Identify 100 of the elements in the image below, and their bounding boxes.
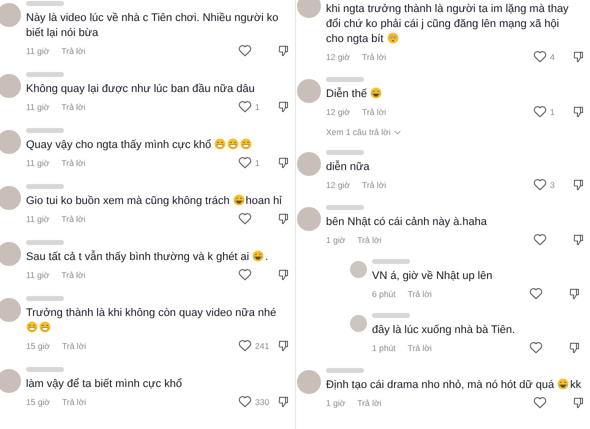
blurred-username bbox=[26, 72, 64, 77]
blurred-username bbox=[372, 259, 410, 264]
rofl-emoji-icon bbox=[557, 378, 570, 390]
comment-text: . bbox=[265, 251, 268, 263]
reply-link[interactable]: Trả lời bbox=[62, 396, 86, 406]
comment-time: 6 phút bbox=[372, 288, 396, 298]
reply-link[interactable]: Trả lời bbox=[362, 52, 386, 62]
flushed-emoji-icon bbox=[386, 32, 398, 44]
thumbs-down-icon[interactable] bbox=[569, 342, 580, 354]
like-count: 241 bbox=[255, 340, 270, 350]
grin-emoji-icon bbox=[227, 138, 240, 150]
comment-text: Này là video lúc về nhà c Tiên chơi. Nhiều người ko biết lại nói bừa bbox=[26, 12, 278, 39]
comment-time: 11 giờ bbox=[26, 46, 50, 56]
blurred-username bbox=[326, 368, 364, 373]
reply-link[interactable]: Trả lời bbox=[62, 340, 86, 350]
blurred-username bbox=[326, 150, 364, 155]
grin-emoji-icon bbox=[39, 321, 51, 333]
comment-text: cho ngta bít bbox=[326, 33, 384, 45]
thumbs-down-icon[interactable] bbox=[278, 156, 289, 168]
comment-text: Trưởng thành là khi không còn quay video nữa nhé bbox=[26, 307, 276, 319]
thumbs-down-icon[interactable] bbox=[573, 396, 584, 408]
comment-text: Sau tất cả t vẫn thấy bình thường và k ghét ai bbox=[26, 251, 250, 263]
thumbs-down-icon[interactable] bbox=[573, 178, 584, 190]
blurred-username bbox=[26, 1, 64, 6]
comment-text: Định tạo cái drama nho nhỏ, mà nó hót dữ quá bbox=[326, 379, 554, 391]
comment-time: 11 giờ bbox=[26, 214, 50, 224]
like-count: 1 bbox=[255, 102, 260, 112]
grin-emoji-icon bbox=[214, 138, 226, 150]
comment-text: Gio tui ko buồn xem mà cũng không trách bbox=[26, 195, 230, 207]
like-count: 3 bbox=[550, 180, 555, 190]
comment-time: 1 giờ bbox=[326, 234, 346, 244]
reply-link[interactable]: Trả lời bbox=[61, 270, 86, 280]
comment-time: 11 giờ bbox=[26, 270, 50, 280]
laugh-emoji-icon bbox=[370, 87, 382, 99]
thumbs-down-icon[interactable] bbox=[573, 234, 584, 246]
comment-text: Diễn thế bbox=[326, 88, 367, 100]
comment-time: 15 giờ bbox=[26, 340, 50, 350]
grin-emoji-icon bbox=[26, 321, 38, 333]
comment-time: 11 giờ bbox=[26, 158, 50, 168]
comment-text: Không quay lại được như lúc ban đầu nữa dâu bbox=[26, 83, 255, 95]
reply-link[interactable]: Trả lời bbox=[362, 180, 386, 190]
laugh-emoji-icon bbox=[252, 250, 264, 262]
heart-icon[interactable] bbox=[533, 233, 547, 246]
thumbs-down-icon[interactable] bbox=[573, 106, 584, 118]
comment-time: 12 giờ bbox=[326, 106, 350, 116]
heart-icon[interactable] bbox=[238, 395, 252, 408]
comment-text: bên Nhật có cái cảnh này à.haha bbox=[326, 216, 487, 228]
thumbs-down-icon[interactable] bbox=[278, 340, 289, 352]
heart-icon[interactable] bbox=[238, 212, 252, 225]
thumbs-down-icon[interactable] bbox=[569, 288, 580, 300]
like-count: 1 bbox=[550, 106, 555, 116]
reply-link[interactable]: Trả lời bbox=[408, 342, 432, 352]
blurred-username bbox=[26, 128, 64, 133]
comment-text: VN á, giờ về Nhật up lên bbox=[372, 270, 492, 282]
heart-icon[interactable] bbox=[238, 156, 252, 169]
thumbs-down-icon[interactable] bbox=[278, 100, 289, 112]
heart-icon[interactable] bbox=[238, 339, 252, 352]
heart-icon[interactable] bbox=[238, 100, 252, 113]
comment-text: đổi chứ ko phải cái j cũng đăng lên mạng xã hội bbox=[326, 18, 560, 30]
reply-link[interactable]: Trả lời bbox=[357, 234, 382, 244]
heart-icon[interactable] bbox=[533, 105, 547, 118]
comment-text: làm vậy để ta biết mình cực khổ bbox=[26, 378, 182, 390]
comment-text: hoan hỉ bbox=[246, 195, 282, 207]
thumbs-down-icon[interactable] bbox=[278, 44, 289, 56]
heart-icon[interactable] bbox=[529, 341, 543, 354]
thumbs-down-icon[interactable] bbox=[573, 50, 584, 62]
like-count: 4 bbox=[550, 52, 555, 62]
comment-time: 1 giờ bbox=[326, 398, 346, 408]
reply-link[interactable]: Trả lời bbox=[408, 288, 432, 298]
comment-text: Quay vậy cho ngta thấy mình cực khổ bbox=[26, 139, 212, 151]
blurred-username bbox=[326, 77, 364, 82]
blurred-username bbox=[26, 296, 64, 301]
reply-link[interactable]: Trả lời bbox=[362, 106, 386, 116]
comment-time: 12 giờ bbox=[326, 52, 350, 62]
thumbs-down-icon[interactable] bbox=[278, 212, 289, 224]
heart-icon[interactable] bbox=[238, 268, 252, 281]
reply-link[interactable]: Trả lời bbox=[61, 214, 86, 224]
thumbs-down-icon[interactable] bbox=[278, 268, 289, 280]
comment-text: đây là lúc xuống nhà bà Tiên. bbox=[372, 324, 516, 336]
heart-icon[interactable] bbox=[238, 44, 252, 57]
blurred-username bbox=[26, 184, 64, 189]
reply-link[interactable]: Trả lời bbox=[61, 158, 86, 168]
comment-time: 11 giờ bbox=[26, 102, 50, 112]
comment-text: kk bbox=[570, 379, 582, 391]
comment-text: diễn nữa bbox=[326, 161, 370, 173]
view-replies-link[interactable]: Xem 1 câu trả lời bbox=[326, 127, 391, 137]
heart-icon[interactable] bbox=[529, 287, 543, 300]
blurred-username bbox=[26, 367, 64, 372]
heart-icon[interactable] bbox=[533, 178, 547, 191]
thumbs-down-icon[interactable] bbox=[278, 396, 289, 408]
heart-icon[interactable] bbox=[533, 396, 547, 409]
reply-link[interactable]: Trả lời bbox=[357, 398, 382, 408]
heart-icon[interactable] bbox=[533, 50, 547, 63]
like-count: 330 bbox=[255, 396, 270, 406]
reply-link[interactable]: Trả lời bbox=[61, 102, 86, 112]
comment-text: khi ngta trưởng thành là người ta im lặng mà thay bbox=[326, 3, 569, 15]
reply-link[interactable]: Trả lời bbox=[61, 46, 86, 56]
blurred-username bbox=[26, 240, 64, 245]
blurred-username bbox=[326, 205, 364, 210]
comment-time: 12 giờ bbox=[326, 180, 350, 190]
